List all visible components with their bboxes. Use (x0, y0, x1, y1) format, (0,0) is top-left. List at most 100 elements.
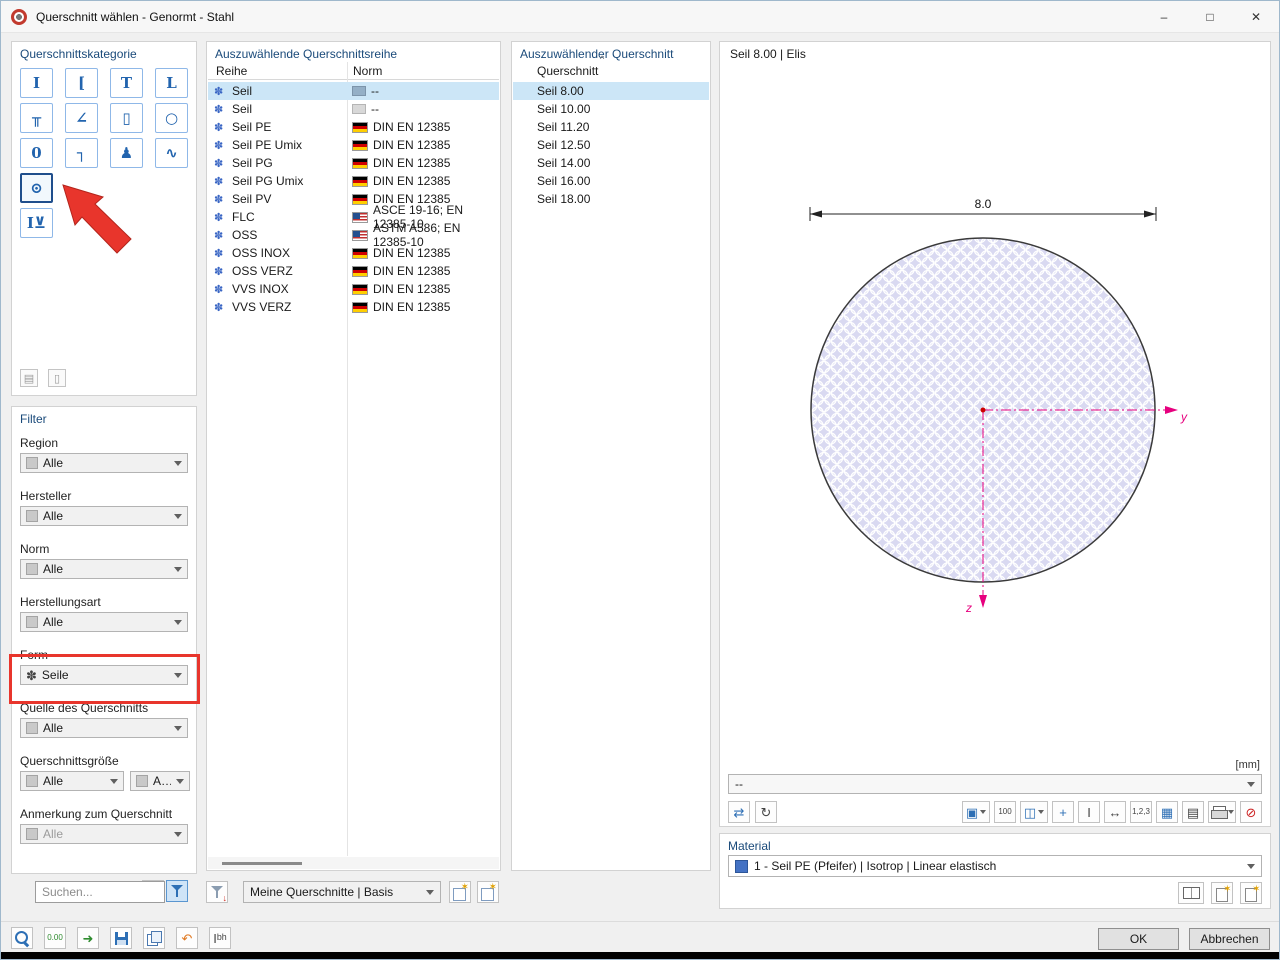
horizontal-scrollbar[interactable] (208, 857, 499, 869)
favorites-dropdown[interactable]: Meine Querschnitte | Basis (243, 881, 441, 903)
filter-import-button[interactable]: ↓ (206, 881, 228, 903)
filter-region-dropdown[interactable]: Alle (20, 453, 188, 473)
section-row[interactable]: Seil 12.50 (513, 136, 709, 154)
cancel-button[interactable]: Abbrechen (1189, 928, 1270, 950)
view-settings-dropdown[interactable]: ◫ (1020, 801, 1048, 823)
series-row[interactable]: ✽OSSASTM A586; EN 12385-10 (208, 226, 499, 244)
series-row[interactable]: ✽Seil PGDIN EN 12385 (208, 154, 499, 172)
category-cable-sections-button[interactable]: ⊙ (20, 173, 53, 203)
close-button[interactable]: ✕ (1233, 1, 1279, 32)
rail-sections-icon: ♟ (120, 146, 133, 161)
filter-quelle-value: Alle (43, 721, 63, 735)
category-angle-sections-button[interactable]: L (155, 68, 188, 98)
new-favorites-list-button[interactable] (477, 881, 499, 903)
series-row[interactable]: ✽OSS VERZDIN EN 12385 (208, 262, 499, 280)
filter-label-norm: Norm (20, 542, 188, 557)
series-row[interactable]: ✽Seil PEDIN EN 12385 (208, 118, 499, 136)
stress-points-button[interactable]: + (1052, 801, 1074, 823)
category-cold-formed-sections-button[interactable]: ┐ (65, 138, 98, 168)
category-combined-sections-button[interactable]: I⊻ (20, 208, 53, 238)
series-row[interactable]: ✽VVS INOXDIN EN 12385 (208, 280, 499, 298)
preview-info-dropdown[interactable]: -- (728, 774, 1262, 794)
import-section-icon: ➜ (83, 932, 94, 945)
import-section-button[interactable]: ➜ (77, 927, 99, 949)
filter-groesse-2-dropdown[interactable]: Alle (130, 771, 190, 791)
series-row[interactable]: ✽Seil-- (208, 82, 499, 100)
filter-groesse-1-dropdown[interactable]: Alle (20, 771, 124, 791)
transfer-section-button[interactable]: ⇄ (728, 801, 750, 823)
norm-cell: DIN EN 12385 (352, 120, 450, 134)
copy-section-button[interactable] (143, 927, 165, 949)
centroid-point (981, 408, 986, 413)
rotate-section-button[interactable]: ↻ (755, 801, 777, 823)
material-dropdown[interactable]: 1 - Seil PE (Pfeifer) | Isotrop | Linear… (728, 855, 1262, 877)
filter-hersteller-dropdown[interactable]: Alle (20, 506, 188, 526)
table-button[interactable]: ▤ (1182, 801, 1204, 823)
series-row[interactable]: ✽OSS INOXDIN EN 12385 (208, 244, 499, 262)
material-library-button[interactable] (1178, 882, 1204, 904)
sort-caret-icon[interactable]: ^ (600, 54, 604, 64)
category-list-view-button[interactable]: ▤ (20, 369, 38, 387)
category-solid-round-sections-button[interactable]: 0 (20, 138, 53, 168)
filter-quelle-dropdown[interactable]: Alle (20, 718, 188, 738)
category-half-i-sections-button[interactable]: ╥ (20, 103, 53, 133)
category-circular-hollow-sections-button[interactable]: ○ (155, 103, 188, 133)
category-corrugated-sections-button[interactable]: ∿ (155, 138, 188, 168)
cable-shape-icon: ✽ (214, 85, 227, 98)
filter-herstellungsart-dropdown[interactable]: Alle (20, 612, 188, 632)
filter-anmerkung-dropdown[interactable]: Alle (20, 824, 188, 844)
material-color-icon (735, 860, 748, 873)
scrollbar-thumb[interactable] (222, 862, 302, 865)
series-row[interactable]: ✽Seil PG UmixDIN EN 12385 (208, 172, 499, 190)
category-i-sections-button[interactable]: I (20, 68, 53, 98)
series-row[interactable]: ✽VVS VERZDIN EN 12385 (208, 298, 499, 316)
minimize-button[interactable]: – (1141, 1, 1187, 32)
column-header-reihe[interactable]: Reihe (216, 64, 247, 78)
find-section-button[interactable] (11, 927, 33, 949)
section-row[interactable]: Seil 16.00 (513, 172, 709, 190)
numbering-button[interactable]: 1,2,3 (1130, 801, 1152, 823)
preview-toolbar-left: ⇄↻ (728, 801, 777, 823)
show-values-button[interactable]: 100 (994, 801, 1016, 823)
new-favorites-group-button[interactable] (449, 881, 471, 903)
section-row[interactable]: Seil 14.00 (513, 154, 709, 172)
new-material-button[interactable] (1211, 882, 1233, 904)
section-row[interactable]: Seil 18.00 (513, 190, 709, 208)
category-t-sections-button[interactable]: T (110, 68, 143, 98)
category-channel-sections-button[interactable]: [ (65, 68, 98, 98)
decimal-places-button[interactable]: 0.00 (44, 927, 66, 949)
section-preview-canvas[interactable]: 8.0 y z [mm] (720, 42, 1270, 772)
category-sharp-angle-sections-button[interactable]: ∠ (65, 103, 98, 133)
series-row[interactable]: ✽Seil-- (208, 100, 499, 118)
category-rail-sections-button[interactable]: ♟ (110, 138, 143, 168)
search-input[interactable] (35, 881, 165, 903)
section-row[interactable]: Seil 11.20 (513, 118, 709, 136)
column-header-norm[interactable]: Norm (353, 64, 382, 78)
category-rectangular-hollow-sections-button[interactable]: ▯ (110, 103, 143, 133)
apply-filter-button[interactable] (166, 880, 188, 902)
edit-material-button[interactable] (1240, 882, 1262, 904)
section-row[interactable]: Seil 8.00 (513, 82, 709, 100)
category-grid-view-button[interactable]: ▯ (48, 369, 66, 387)
units-button[interactable]: Iᵇʰ (209, 927, 231, 949)
grid-button[interactable]: ▦ (1156, 801, 1178, 823)
render-mode-dropdown[interactable]: ▣ (962, 801, 990, 823)
reset-view-button[interactable]: ⊘ (1240, 801, 1262, 823)
filter-label-form: Form (20, 648, 188, 663)
half-i-sections-icon: ╥ (32, 111, 41, 126)
print-dropdown[interactable] (1208, 801, 1236, 823)
dimension-lines-button[interactable]: ↔ (1104, 801, 1126, 823)
undo-button[interactable]: ↶ (176, 927, 198, 949)
filter-panel-title: Filter (12, 407, 196, 429)
maximize-button[interactable]: □ (1187, 1, 1233, 32)
filter-form-dropdown[interactable]: ✽Seile (20, 665, 188, 685)
save-template-button[interactable] (110, 927, 132, 949)
filter-norm-dropdown[interactable]: Alle (20, 559, 188, 579)
dimensions-button[interactable]: I (1078, 801, 1100, 823)
series-row[interactable]: ✽Seil PE UmixDIN EN 12385 (208, 136, 499, 154)
cold-formed-sections-icon: ┐ (77, 146, 86, 161)
column-header-querschnitt[interactable]: Querschnitt (537, 64, 598, 78)
channel-sections-icon: [ (78, 76, 85, 91)
ok-button[interactable]: OK (1098, 928, 1179, 950)
section-row[interactable]: Seil 10.00 (513, 100, 709, 118)
